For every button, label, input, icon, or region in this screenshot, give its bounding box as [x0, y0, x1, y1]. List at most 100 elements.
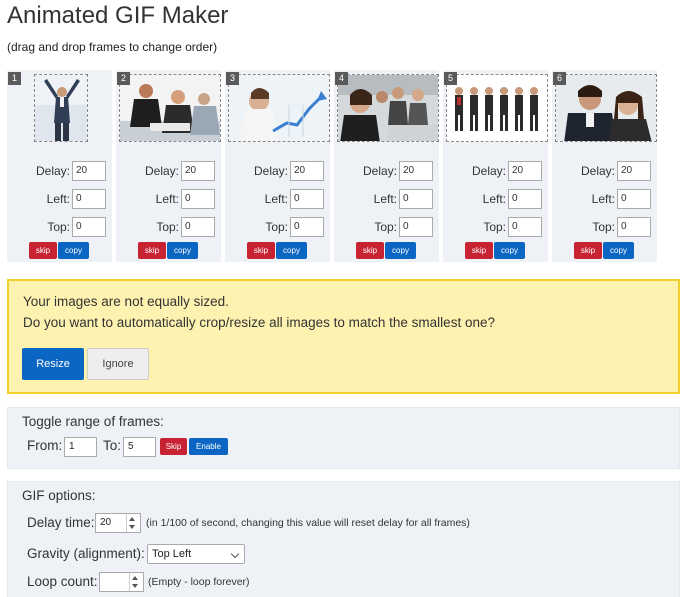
frame-copy-button[interactable]: copy — [276, 242, 307, 259]
resize-button[interactable]: Resize — [22, 348, 84, 380]
delay-label: Delay: — [144, 164, 179, 178]
top-label: Top: — [592, 220, 615, 234]
frame-left-input[interactable]: 0 — [617, 189, 651, 209]
size-mismatch-alert: Your images are not equally sized. Do yo… — [7, 279, 680, 394]
frame-top-input[interactable]: 0 — [508, 217, 542, 237]
delay-time-value: 20 — [100, 517, 112, 528]
to-label: To: — [103, 438, 122, 453]
gravity-selected-value: Top Left — [152, 548, 192, 560]
toggle-range-heading: Toggle range of frames: — [22, 414, 164, 429]
frame-number: 5 — [444, 72, 457, 85]
frame-thumbnail[interactable] — [228, 74, 330, 142]
frame-card[interactable]: 3 Delay: 20 Left: 0 Top: 0 skip copy — [225, 70, 330, 262]
left-label: Left: — [264, 192, 288, 206]
frame-copy-button[interactable]: copy — [603, 242, 634, 259]
frame-actions: skip copy — [574, 242, 634, 259]
frame-skip-button[interactable]: skip — [247, 242, 275, 259]
from-input[interactable]: 1 — [64, 437, 97, 457]
delay-row: Delay: 20 — [116, 161, 221, 181]
frame-top-input[interactable]: 0 — [181, 217, 215, 237]
frame-copy-button[interactable]: copy — [58, 242, 89, 259]
frame-thumbnail[interactable] — [555, 74, 657, 142]
frame-top-input[interactable]: 0 — [72, 217, 106, 237]
delay-row: Delay: 20 — [225, 161, 330, 181]
frame-skip-button[interactable]: skip — [138, 242, 166, 259]
number-spinner-icon[interactable] — [126, 514, 137, 532]
frame-top-input[interactable]: 0 — [290, 217, 324, 237]
delay-row: Delay: 20 — [443, 161, 548, 181]
loop-count-input[interactable] — [99, 572, 144, 592]
range-enable-button[interactable]: Enable — [189, 438, 228, 455]
left-label: Left: — [591, 192, 615, 206]
left-label: Left: — [46, 192, 70, 206]
frame-delay-input[interactable]: 20 — [617, 161, 651, 181]
gif-options-panel: GIF options: Delay time: 20 (in 1/100 of… — [7, 481, 680, 597]
frame-thumbnail[interactable] — [337, 74, 439, 142]
frame-delay-input[interactable]: 20 — [181, 161, 215, 181]
frame-delay-input[interactable]: 20 — [72, 161, 106, 181]
delay-row: Delay: 20 — [7, 161, 112, 181]
frame-actions: skip copy — [465, 242, 525, 259]
frame-card[interactable]: 4 Delay: 20 Left: 0 Top: 0 skip copy — [334, 70, 439, 262]
left-row: Left: 0 — [225, 189, 330, 209]
frame-thumbnail[interactable] — [119, 74, 221, 142]
frame-copy-button[interactable]: copy — [385, 242, 416, 259]
delay-label: Delay: — [580, 164, 615, 178]
frame-copy-button[interactable]: copy — [494, 242, 525, 259]
loop-count-note: (Empty - loop forever) — [148, 576, 250, 588]
toggle-range-panel: Toggle range of frames: From: 1 To: 5 Sk… — [7, 407, 680, 469]
frame-number: 2 — [117, 72, 130, 85]
number-spinner-icon[interactable] — [129, 573, 140, 591]
ignore-button[interactable]: Ignore — [87, 348, 149, 380]
page-title: Animated GIF Maker — [7, 2, 229, 29]
frame-card[interactable]: 2 Delay: 20 Left: 0 Top: 0 skip copy — [116, 70, 221, 262]
top-label: Top: — [483, 220, 506, 234]
to-input[interactable]: 5 — [123, 437, 156, 457]
frame-skip-button[interactable]: skip — [574, 242, 602, 259]
range-skip-button[interactable]: Skip — [160, 438, 187, 455]
frame-copy-button[interactable]: copy — [167, 242, 198, 259]
delay-time-input[interactable]: 20 — [95, 513, 141, 533]
top-label: Top: — [374, 220, 397, 234]
frame-left-input[interactable]: 0 — [181, 189, 215, 209]
frame-top-input[interactable]: 0 — [617, 217, 651, 237]
delay-time-note: (in 1/100 of second, changing this value… — [146, 517, 470, 529]
frame-card[interactable]: 5 Delay: 20 Left: 0 Top: 0 skip copy — [443, 70, 548, 262]
frame-left-input[interactable]: 0 — [72, 189, 106, 209]
frame-delay-input[interactable]: 20 — [508, 161, 542, 181]
frame-delay-input[interactable]: 20 — [290, 161, 324, 181]
frame-skip-button[interactable]: skip — [29, 242, 57, 259]
left-row: Left: 0 — [7, 189, 112, 209]
delay-time-label: Delay time: — [27, 515, 95, 530]
delay-row: Delay: 20 — [334, 161, 439, 181]
frame-actions: skip copy — [247, 242, 307, 259]
frame-left-input[interactable]: 0 — [290, 189, 324, 209]
frame-actions: skip copy — [29, 242, 89, 259]
chevron-down-icon — [230, 549, 240, 559]
frame-left-input[interactable]: 0 — [399, 189, 433, 209]
frame-skip-button[interactable]: skip — [465, 242, 493, 259]
top-row: Top: 0 — [225, 217, 330, 237]
top-label: Top: — [47, 220, 70, 234]
top-row: Top: 0 — [7, 217, 112, 237]
page-subtitle: (drag and drop frames to change order) — [7, 40, 218, 54]
frame-thumbnail[interactable] — [34, 74, 88, 142]
frame-top-input[interactable]: 0 — [399, 217, 433, 237]
top-row: Top: 0 — [443, 217, 548, 237]
frame-actions: skip copy — [356, 242, 416, 259]
delay-label: Delay: — [35, 164, 70, 178]
gif-options-heading: GIF options: — [22, 488, 96, 503]
gravity-select[interactable]: Top Left — [147, 544, 245, 564]
frame-delay-input[interactable]: 20 — [399, 161, 433, 181]
gravity-label: Gravity (alignment): — [27, 546, 145, 561]
left-label: Left: — [155, 192, 179, 206]
frame-card[interactable]: 1 Delay: 20 Left: 0 Top: 0 skip copy — [7, 70, 112, 262]
frame-card[interactable]: 6 Delay: 20 Left: 0 Top: 0 skip copy — [552, 70, 657, 262]
top-row: Top: 0 — [552, 217, 657, 237]
frame-number: 3 — [226, 72, 239, 85]
frame-skip-button[interactable]: skip — [356, 242, 384, 259]
frame-thumbnail[interactable] — [446, 74, 548, 142]
frame-left-input[interactable]: 0 — [508, 189, 542, 209]
delay-label: Delay: — [253, 164, 288, 178]
frame-image — [447, 75, 547, 141]
